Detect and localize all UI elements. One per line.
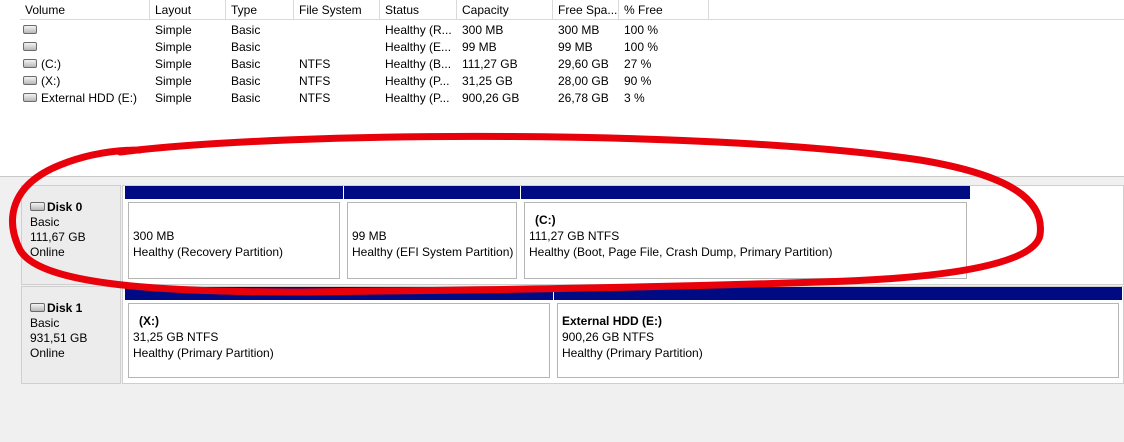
column-header-free-space[interactable]: Free Spa...	[553, 0, 619, 19]
volume-name: (X:)	[41, 74, 61, 88]
partition-name: (X:)	[139, 314, 159, 328]
volume-free-space: 99 MB	[558, 40, 593, 54]
partition-size: 111,27 GB NTFS	[529, 229, 620, 243]
drive-icon	[23, 76, 37, 86]
volume-capacity: 300 MB	[462, 23, 504, 37]
drive-icon	[23, 42, 37, 52]
volume-file-system: NTFS	[299, 74, 331, 88]
volume-layout: Simple	[155, 74, 192, 88]
volume-percent-free: 100 %	[624, 40, 659, 54]
volume-layout: Simple	[155, 57, 192, 71]
disk-map: Disk 0 Basic 111,67 GB Online 300 MB Hea…	[0, 176, 1124, 442]
partition-bar	[521, 186, 970, 199]
volume-layout: Simple	[155, 40, 192, 54]
partition-size: 300 MB	[133, 229, 175, 243]
partition-size: 99 MB	[352, 229, 387, 243]
column-header-volume[interactable]: Volume	[20, 0, 150, 19]
disk-state: Online	[30, 346, 65, 360]
partition-status: Healthy (Boot, Page File, Crash Dump, Pr…	[529, 245, 833, 259]
volume-row[interactable]: Simple Basic Healthy (R... 300 MB 300 MB…	[20, 22, 720, 39]
disk-name: Disk 0	[47, 200, 83, 214]
volume-type: Basic	[231, 74, 261, 88]
column-header-type[interactable]: Type	[226, 0, 294, 19]
disk-size: 111,67 GB	[30, 230, 86, 244]
partition-bar	[125, 186, 343, 199]
disk-icon	[30, 202, 45, 212]
volume-capacity: 31,25 GB	[462, 74, 513, 88]
partition-bar	[554, 287, 1122, 300]
disk-state: Online	[30, 245, 65, 259]
disk-0-label[interactable]: Disk 0 Basic 111,67 GB Online	[21, 185, 121, 285]
volume-row[interactable]: Simple Basic Healthy (E... 99 MB 99 MB 1…	[20, 39, 720, 56]
volume-name: (C:)	[41, 57, 61, 71]
column-header-layout[interactable]: Layout	[150, 0, 226, 19]
partition-status: Healthy (EFI System Partition)	[352, 245, 514, 259]
volume-type: Basic	[231, 57, 261, 71]
volume-percent-free: 100 %	[624, 23, 659, 37]
volume-capacity: 99 MB	[462, 40, 497, 54]
volume-status: Healthy (E...	[385, 40, 452, 54]
volume-status: Healthy (R...	[385, 23, 452, 37]
partition-size: 900,26 GB NTFS	[562, 330, 655, 344]
volume-layout: Simple	[155, 91, 192, 105]
volume-row[interactable]: (X:) Simple Basic NTFS Healthy (P... 31,…	[20, 73, 720, 90]
volume-free-space: 26,78 GB	[558, 91, 609, 105]
disk-1-partitions: (X:) 31,25 GB NTFS Healthy (Primary Part…	[122, 286, 1124, 384]
drive-icon	[23, 93, 37, 103]
volume-layout: Simple	[155, 23, 192, 37]
volume-free-space: 300 MB	[558, 23, 600, 37]
volume-percent-free: 90 %	[624, 74, 652, 88]
disk-type: Basic	[30, 215, 60, 229]
partition-status: Healthy (Primary Partition)	[133, 346, 274, 360]
volume-type: Basic	[231, 23, 261, 37]
volume-row[interactable]: (C:) Simple Basic NTFS Healthy (B... 111…	[20, 56, 720, 73]
partition-status: Healthy (Recovery Partition)	[133, 245, 284, 259]
volume-status: Healthy (B...	[385, 57, 452, 71]
drive-icon	[23, 25, 37, 35]
partition-x[interactable]: (X:) 31,25 GB NTFS Healthy (Primary Part…	[125, 287, 553, 381]
volume-percent-free: 27 %	[624, 57, 652, 71]
volume-list: Volume Layout Type File System Status Ca…	[0, 0, 1124, 110]
column-header-file-system[interactable]: File System	[294, 0, 380, 19]
disk-type: Basic	[30, 316, 60, 330]
drive-icon	[23, 59, 37, 69]
disk-1-label[interactable]: Disk 1 Basic 931,51 GB Online	[21, 286, 121, 384]
partition-name: (C:)	[535, 213, 556, 227]
partition-bar	[344, 186, 520, 199]
volume-capacity: 111,27 GB	[462, 57, 518, 71]
disk-0-partitions: 300 MB Healthy (Recovery Partition) 99 M…	[122, 185, 1124, 285]
partition-name: External HDD (E:)	[562, 314, 663, 328]
column-header-capacity[interactable]: Capacity	[457, 0, 553, 19]
partition-bar	[125, 287, 553, 300]
column-header-row: Volume Layout Type File System Status Ca…	[20, 0, 1124, 20]
column-header-status[interactable]: Status	[380, 0, 457, 19]
column-header-percent-free[interactable]: % Free	[619, 0, 709, 19]
disk-size: 931,51 GB	[30, 331, 88, 345]
volume-type: Basic	[231, 91, 261, 105]
partition-efi[interactable]: 99 MB Healthy (EFI System Partition)	[344, 186, 520, 282]
volume-status: Healthy (P...	[385, 91, 450, 105]
partition-c[interactable]: (C:) 111,27 GB NTFS Healthy (Boot, Page …	[521, 186, 970, 282]
volume-file-system: NTFS	[299, 91, 331, 105]
volume-type: Basic	[231, 40, 261, 54]
volume-status: Healthy (P...	[385, 74, 450, 88]
partition-size: 31,25 GB NTFS	[133, 330, 219, 344]
volume-file-system: NTFS	[299, 57, 331, 71]
volume-free-space: 28,00 GB	[558, 74, 609, 88]
disk-icon	[30, 303, 45, 313]
volume-free-space: 29,60 GB	[558, 57, 609, 71]
partition-e[interactable]: External HDD (E:) 900,26 GB NTFS Healthy…	[554, 287, 1122, 381]
partition-status: Healthy (Primary Partition)	[562, 346, 703, 360]
volume-name: External HDD (E:)	[41, 91, 138, 105]
volume-percent-free: 3 %	[624, 91, 645, 105]
volume-capacity: 900,26 GB	[462, 91, 520, 105]
disk-name: Disk 1	[47, 301, 83, 315]
volume-row[interactable]: External HDD (E:) Simple Basic NTFS Heal…	[20, 90, 720, 107]
partition-recovery[interactable]: 300 MB Healthy (Recovery Partition)	[125, 186, 343, 282]
